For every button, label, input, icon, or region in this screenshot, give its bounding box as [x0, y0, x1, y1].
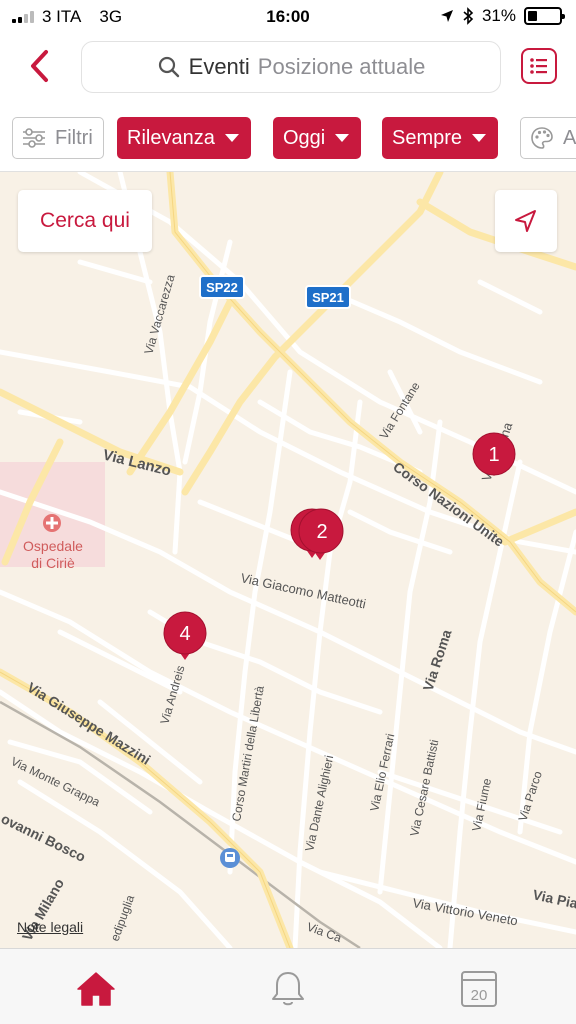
caret-down-icon — [335, 134, 350, 142]
date-label: Oggi — [283, 126, 326, 149]
time-dropdown[interactable]: Sempre — [382, 117, 499, 159]
map[interactable]: SP22 SP21 Ospedale di Ciriè Via Lanzo Vi… — [0, 172, 576, 948]
calendar-icon: 20 — [461, 971, 497, 1007]
locate-me-button[interactable] — [495, 190, 557, 252]
street-label: Via Vittorio Veneto — [411, 895, 518, 928]
bluetooth-icon — [463, 7, 474, 25]
palette-icon — [531, 127, 553, 149]
battery-percent: 31% — [481, 6, 516, 25]
home-icon — [77, 972, 115, 1006]
event-pin-cluster[interactable]: 2 — [290, 508, 344, 560]
event-pin[interactable]: 1 — [472, 432, 516, 476]
time-label: Sempre — [392, 126, 463, 149]
location-arrow-icon — [440, 10, 453, 22]
status-bar: 3 ITA 3G 16:00 31% — [0, 0, 576, 34]
railway — [0, 700, 361, 948]
relevance-label: Rilevanza — [127, 126, 215, 149]
hospital-label-line1: Ospedale — [23, 538, 83, 554]
tab-calendar[interactable]: 20 — [457, 967, 501, 1011]
calendar-day: 20 — [471, 987, 488, 1004]
road-shield-sp21: SP21 — [305, 285, 351, 309]
relevance-dropdown[interactable]: Rilevanza — [117, 117, 251, 159]
pin-number: 2 — [316, 521, 327, 543]
search-icon — [158, 56, 179, 78]
street-label: Via Pia — [531, 886, 576, 911]
header: Eventi Posizione attuale — [0, 34, 576, 106]
train-station-icon[interactable] — [220, 848, 240, 868]
category-label: A — [563, 126, 576, 149]
pin-number: 1 — [488, 444, 499, 466]
pin-number: 4 — [179, 623, 190, 645]
filters-label: Filtri — [55, 126, 93, 149]
tab-bar: 20 — [0, 948, 576, 1024]
caret-down-icon — [224, 134, 239, 142]
location-arrow-icon — [515, 210, 536, 232]
map-canvas[interactable]: SP22 SP21 Ospedale di Ciriè Via Lanzo Vi… — [0, 172, 576, 948]
shield-label: SP21 — [312, 290, 344, 305]
filters-button[interactable]: Filtri — [12, 117, 104, 159]
road-shield-sp22: SP22 — [199, 275, 245, 299]
shield-label: SP22 — [206, 280, 238, 295]
category-button[interactable]: A — [520, 117, 576, 159]
date-dropdown[interactable]: Oggi — [273, 117, 362, 159]
list-view-button[interactable] — [521, 48, 557, 84]
search-bar[interactable]: Eventi Posizione attuale — [81, 41, 501, 93]
search-here-label: Cerca qui — [40, 209, 130, 232]
street-label: Via Cesare Battisti — [407, 738, 441, 837]
street-label: Via Andreis — [157, 664, 187, 726]
street-label: Via Parco — [516, 769, 545, 823]
search-here-button[interactable]: Cerca qui — [18, 190, 152, 252]
tab-home[interactable] — [74, 967, 118, 1011]
street-label: Via Roma — [420, 627, 455, 693]
legal-notes-link[interactable]: Note legali — [17, 919, 83, 935]
tab-notifications[interactable] — [266, 967, 310, 1011]
street-label: Via Lanzo — [101, 446, 173, 479]
sliders-icon — [23, 128, 45, 148]
filter-bar: Filtri Rilevanza Oggi Sempre A — [0, 106, 576, 172]
chevron-left-icon — [31, 50, 48, 82]
event-pin[interactable]: 4 — [163, 611, 207, 660]
back-button[interactable] — [24, 46, 58, 86]
search-location: Posizione attuale — [257, 54, 426, 79]
search-query: Eventi — [188, 54, 250, 79]
battery-icon — [524, 7, 565, 25]
caret-down-icon — [472, 134, 487, 142]
list-icon — [530, 58, 547, 74]
street-label: edipuglia — [108, 893, 138, 943]
bell-icon — [272, 972, 304, 1006]
hospital-label-line2: di Ciriè — [31, 555, 75, 571]
